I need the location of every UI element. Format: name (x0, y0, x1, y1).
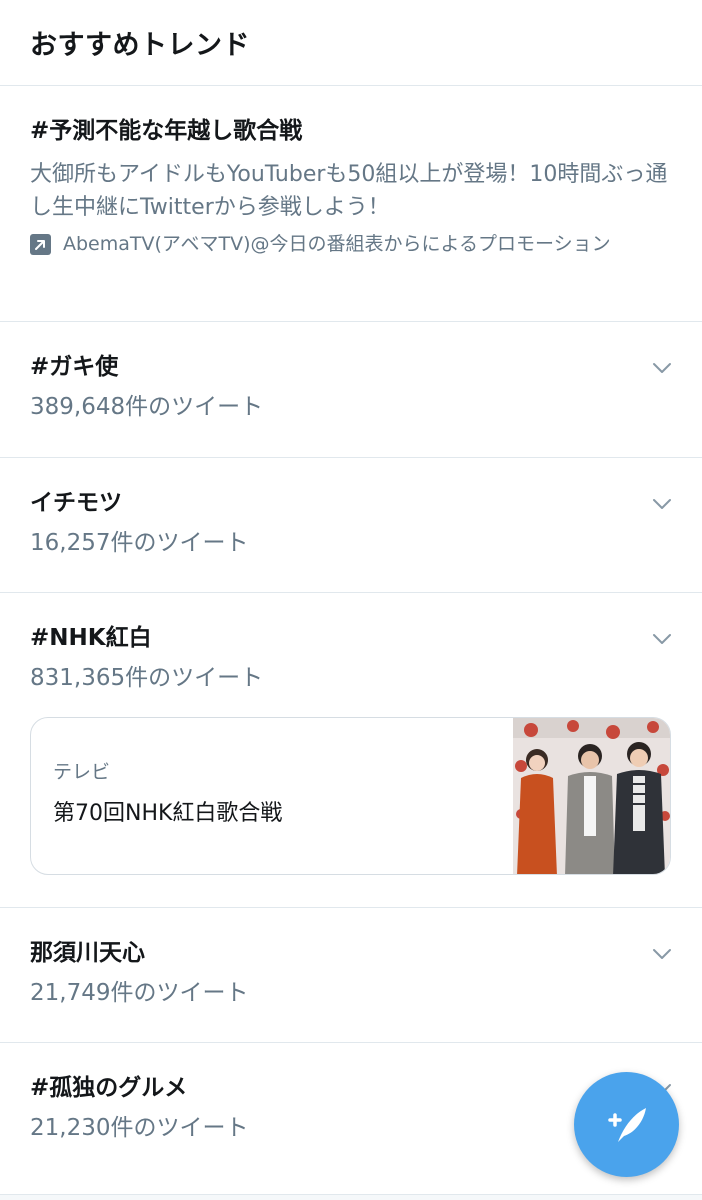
event-card-text: テレビ 第70回NHK紅白歌合戦 (31, 718, 513, 874)
trend-title: #孤独のグルメ (30, 1075, 188, 1101)
promoted-by-text: AbemaTV(アベマTV)@今日の番組表からによるプロモーション (63, 233, 611, 255)
trend-item[interactable]: #ガキ使 389,648件のツイート (0, 322, 702, 458)
event-thumbnail-image (513, 718, 670, 874)
compose-tweet-button[interactable] (574, 1072, 679, 1177)
event-category: テレビ (53, 761, 111, 783)
page-title: おすすめトレンド (30, 30, 250, 61)
promoted-trend-description: 大御所もアイドルもYouTuberも50組以上が登場！10時間ぶっ通し生中継にT… (30, 162, 668, 220)
chevron-down-icon[interactable] (650, 627, 674, 651)
trend-item[interactable]: #NHK紅白 831,365件のツイート テレビ 第70回NHK紅白歌合戦 (0, 593, 702, 908)
trend-title: #NHK紅白 (30, 625, 152, 651)
chevron-down-icon[interactable] (650, 942, 674, 966)
header: おすすめトレンド (0, 0, 702, 86)
trends-page: おすすめトレンド #予測不能な年越し歌合戦 大御所もアイドルもYouTuberも… (0, 0, 702, 1200)
tweet-count: 831,365件のツイート (30, 665, 264, 691)
promoted-by-line: AbemaTV(アベマTV)@今日の番組表からによるプロモーション (30, 230, 672, 259)
trend-title: 那須川天心 (30, 940, 145, 966)
bottom-divider (0, 1194, 702, 1200)
tweet-count: 21,749件のツイート (30, 980, 249, 1006)
event-card[interactable]: テレビ 第70回NHK紅白歌合戦 (30, 717, 671, 875)
trend-item[interactable]: 那須川天心 21,749件のツイート (0, 908, 702, 1043)
promoted-trend[interactable]: #予測不能な年越し歌合戦 大御所もアイドルもYouTuberも50組以上が登場！… (0, 86, 702, 322)
trend-title: #ガキ使 (30, 354, 119, 380)
trend-title: イチモツ (30, 490, 122, 516)
tweet-count: 16,257件のツイート (30, 530, 249, 556)
event-title: 第70回NHK紅白歌合戦 (53, 801, 283, 826)
trend-item[interactable]: イチモツ 16,257件のツイート (0, 458, 702, 593)
tweet-count: 389,648件のツイート (30, 394, 264, 420)
chevron-down-icon[interactable] (650, 356, 674, 380)
promoted-trend-title: #予測不能な年越し歌合戦 (30, 118, 303, 144)
promoted-arrow-icon (30, 234, 51, 255)
chevron-down-icon[interactable] (650, 492, 674, 516)
compose-tweet-icon (607, 1107, 646, 1142)
